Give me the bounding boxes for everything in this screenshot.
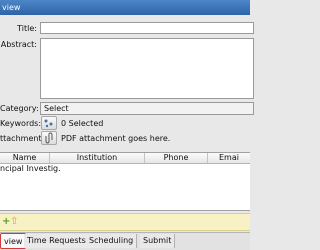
keywords-status: 0 Selected: [61, 119, 104, 128]
keywords-label: Keywords:: [0, 119, 42, 128]
category-label: Category:: [0, 104, 39, 113]
window-title: view: [2, 3, 21, 12]
table-cell-institution: [50, 164, 145, 174]
column-header-phone[interactable]: Phone: [145, 153, 208, 163]
table-cell-phone: [145, 164, 208, 174]
table-header: Name Institution Phone Emai: [0, 153, 250, 164]
abstract-textarea[interactable]: [41, 39, 253, 98]
table-toolbar: + ⇧: [0, 213, 250, 231]
title-field[interactable]: [40, 22, 254, 34]
paperclip-icon: [45, 132, 53, 144]
arrow-up-icon[interactable]: ⇧: [10, 217, 18, 227]
tab-overview[interactable]: view: [0, 233, 27, 249]
tab-time-requests[interactable]: Time Requests: [24, 234, 90, 248]
abstract-field[interactable]: [40, 38, 254, 99]
tab-submit[interactable]: Submit: [140, 234, 176, 248]
attachment-button[interactable]: [41, 131, 57, 145]
table-cell-email: [208, 164, 250, 174]
attachment-text: PDF attachment goes here.: [61, 134, 171, 143]
titlebar-divider: [0, 15, 250, 19]
title-input[interactable]: [41, 23, 253, 33]
window-titlebar: view: [0, 0, 250, 15]
tab-scheduling[interactable]: Scheduling: [86, 234, 138, 248]
column-header-name[interactable]: Name: [0, 153, 50, 163]
abstract-label: Abstract:: [0, 40, 37, 49]
category-select[interactable]: Select: [40, 102, 254, 115]
title-label: Title:: [17, 24, 37, 33]
keywords-icon: [44, 119, 53, 128]
attachment-label: ttachment:: [0, 134, 45, 143]
tab-bar: view Time Requests Scheduling Submit: [0, 232, 250, 250]
keywords-button[interactable]: [41, 116, 57, 130]
investigators-table: Name Institution Phone Emai ncipal Inves…: [0, 152, 250, 211]
column-header-email[interactable]: Emai: [208, 153, 250, 163]
category-selected-value: Select: [44, 104, 69, 113]
column-header-institution[interactable]: Institution: [50, 153, 145, 163]
